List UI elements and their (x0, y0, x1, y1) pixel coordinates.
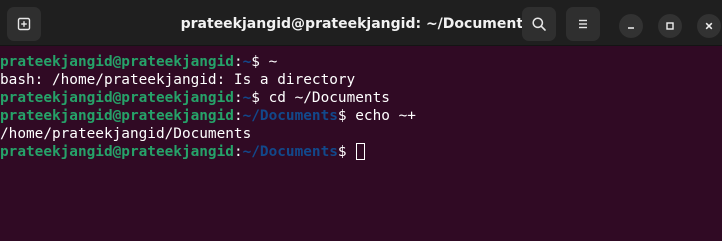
command-output: /home/prateekjangid/Documents (0, 126, 252, 142)
maximize-icon (666, 22, 674, 30)
terminal-line: prateekjangid@prateekjangid:~$ cd ~/Docu… (0, 89, 722, 107)
terminal-output[interactable]: prateekjangid@prateekjangid:~$ ~ bash: /… (0, 53, 722, 241)
prompt-separator: : (233, 54, 243, 70)
prompt-path: ~ (242, 90, 252, 106)
command-text: echo ~+ (355, 108, 416, 124)
prompt-path: ~/Documents (242, 108, 338, 124)
search-icon (532, 17, 546, 31)
prompt-user-host: prateekjangid@prateekjangid (0, 108, 234, 124)
prompt-separator: : (233, 90, 243, 106)
terminal-line: prateekjangid@prateekjangid:~/Documents$ (0, 143, 722, 161)
minimize-icon (628, 27, 634, 29)
hamburger-menu-icon (579, 19, 587, 29)
minimize-button[interactable] (619, 14, 643, 38)
title-bar: prateekjangid@prateekjangid: ~/Documents (0, 0, 722, 46)
terminal-window: prateekjangid@prateekjangid: ~/Documents (0, 0, 722, 241)
prompt-path: ~/Documents (242, 144, 338, 160)
prompt-dollar: $ (337, 144, 356, 160)
maximize-button[interactable] (658, 14, 682, 38)
prompt-separator: : (233, 144, 243, 160)
text-cursor (356, 143, 366, 160)
menu-button[interactable] (566, 7, 600, 41)
prompt-dollar: $ (337, 108, 356, 124)
terminal-line: prateekjangid@prateekjangid:~$ ~ (0, 53, 722, 71)
prompt-path: ~ (242, 54, 252, 70)
prompt-dollar: $ (251, 54, 269, 70)
prompt-dollar: $ (251, 90, 269, 106)
search-button[interactable] (522, 7, 556, 41)
prompt-user-host: prateekjangid@prateekjangid (0, 144, 234, 160)
command-text: cd ~/Documents (268, 90, 390, 106)
command-output: bash: /home/prateekjangid: Is a director… (0, 72, 356, 88)
new-tab-icon (17, 17, 31, 31)
prompt-user-host: prateekjangid@prateekjangid (0, 90, 234, 106)
window-title: prateekjangid@prateekjangid: ~/Documents (180, 16, 532, 32)
close-icon (705, 22, 713, 30)
prompt-separator: : (233, 108, 243, 124)
prompt-user-host: prateekjangid@prateekjangid (0, 54, 234, 70)
new-tab-button[interactable] (7, 7, 41, 41)
command-text: ~ (268, 54, 278, 70)
close-button[interactable] (697, 14, 721, 38)
terminal-line: prateekjangid@prateekjangid:~/Documents$… (0, 107, 722, 125)
